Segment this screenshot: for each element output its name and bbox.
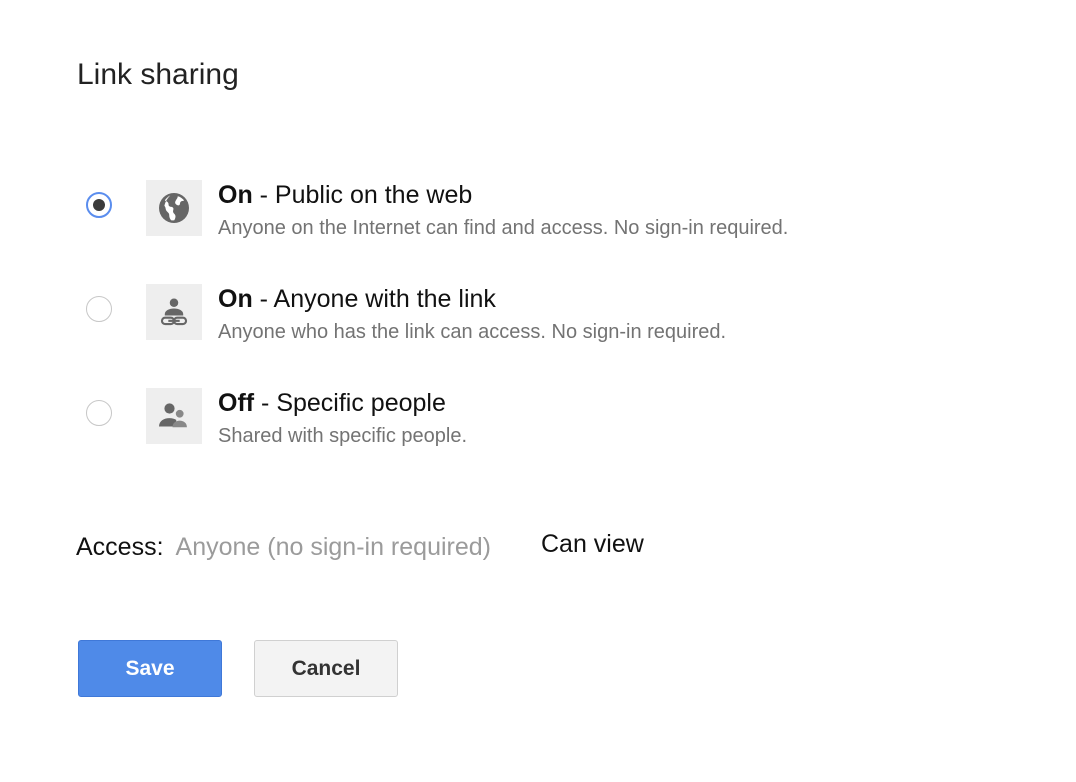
option-description: Shared with specific people. xyxy=(218,425,468,447)
save-button[interactable]: Save xyxy=(78,640,222,697)
person-link-icon-svg xyxy=(160,298,188,326)
radio-selected-dot xyxy=(93,199,105,211)
access-label: Access: xyxy=(76,533,164,561)
option-state: On xyxy=(218,285,253,313)
option-title: - Specific people xyxy=(254,389,446,417)
option-label: Off - Specific people xyxy=(218,387,446,419)
option-title: - Anyone with the link xyxy=(252,285,496,313)
access-row: Access: Anyone (no sign-in required) Can … xyxy=(76,530,644,564)
option-anyone-with-link[interactable]: On - Anyone with the link Anyone who has… xyxy=(84,282,984,343)
option-description: Anyone who has the link can access. No s… xyxy=(218,321,727,343)
cancel-button[interactable]: Cancel xyxy=(254,640,398,697)
person-link-icon xyxy=(146,284,202,340)
option-label: On - Anyone with the link xyxy=(218,283,496,315)
access-value: Anyone (no sign-in required) xyxy=(175,533,491,561)
radio-public-on-web[interactable] xyxy=(86,192,112,218)
option-specific-people[interactable]: Off - Specific people Shared with specif… xyxy=(84,386,984,447)
people-icon-svg xyxy=(159,403,187,428)
permission-dropdown[interactable]: Can view xyxy=(541,527,644,561)
option-state: On xyxy=(218,181,253,209)
globe-icon xyxy=(146,180,202,236)
option-state: Off xyxy=(218,389,255,417)
option-public-on-web[interactable]: On - Public on the web Anyone on the Int… xyxy=(84,178,984,239)
radio-specific-people[interactable] xyxy=(86,400,112,426)
option-title: - Public on the web xyxy=(252,181,473,209)
page-title: Link sharing xyxy=(77,58,239,91)
option-label: On - Public on the web xyxy=(218,179,472,211)
globe-icon-svg xyxy=(159,193,189,223)
people-icon xyxy=(146,388,202,444)
radio-anyone-with-link[interactable] xyxy=(86,296,112,322)
option-description: Anyone on the Internet can find and acce… xyxy=(218,217,789,239)
